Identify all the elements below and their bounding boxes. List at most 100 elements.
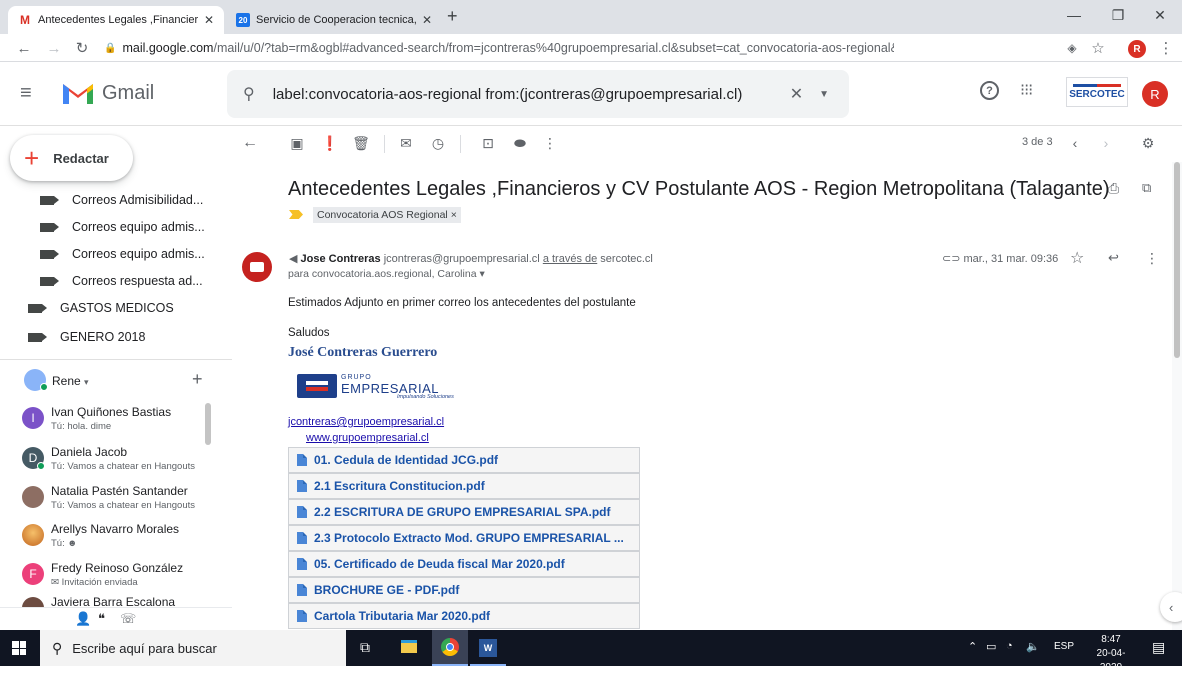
sidebar-item-label[interactable]: Correos respuesta ad...: [40, 268, 203, 294]
star-icon[interactable]: ☆: [1070, 248, 1084, 268]
taskbar-word-item[interactable]: W: [470, 630, 506, 666]
hangout-contact[interactable]: Natalia Pastén Santander Tú: Vamos a cha…: [22, 482, 218, 520]
show-side-panel-icon[interactable]: ‹: [1160, 592, 1182, 622]
delete-icon[interactable]: 🗑: [352, 135, 370, 151]
battery-icon[interactable]: ▭: [986, 640, 996, 653]
sidebar-item-label[interactable]: GASTOS MEDICOS: [28, 295, 174, 321]
label-icon: [40, 195, 59, 205]
search-input[interactable]: label:convocatoria-aos-regional from:(jc…: [273, 86, 790, 103]
minimize-icon[interactable]: —: [1052, 0, 1096, 30]
snooze-icon[interactable]: ◷: [430, 135, 446, 151]
hangouts-user[interactable]: Rene ▾: [52, 374, 89, 388]
via-link[interactable]: a través de: [543, 253, 597, 265]
restore-icon[interactable]: ❐: [1096, 0, 1140, 30]
content-scrollbar-track[interactable]: [1172, 162, 1182, 630]
signature-web-link[interactable]: www.grupoempresarial.cl: [306, 432, 429, 444]
sidebar-item-label[interactable]: Correos Admisibilidad...: [40, 187, 203, 213]
sidebar-item-label[interactable]: Correos equipo admis...: [40, 241, 205, 267]
importance-marker-icon[interactable]: [289, 210, 303, 219]
close-window-icon[interactable]: ✕: [1138, 0, 1182, 30]
scrollbar-thumb[interactable]: [1174, 162, 1180, 358]
attachment-link[interactable]: 2.3 Protocolo Extracto Mod. GRUPO EMPRES…: [288, 525, 640, 551]
taskbar-chrome-item[interactable]: [432, 630, 468, 666]
gmail-logo-icon[interactable]: [61, 80, 95, 111]
open-new-window-icon[interactable]: ⧉: [1142, 180, 1151, 196]
mark-unread-icon[interactable]: ✉: [398, 135, 414, 151]
browser-tab-gmail[interactable]: M Antecedentes Legales ,Financiero ✕: [8, 6, 224, 34]
sercotec-logo[interactable]: SERCOTEC: [1066, 77, 1128, 107]
hangout-contact[interactable]: I Ivan Quiñones Bastias Tú: hola. dime: [22, 403, 218, 441]
windows-start-icon[interactable]: [12, 641, 26, 655]
show-hidden-icons[interactable]: ⌃: [968, 640, 977, 653]
message-more-icon[interactable]: ⋮: [1145, 250, 1159, 267]
attachment-link[interactable]: Cartola Tributaria Mar 2020.pdf: [288, 603, 640, 629]
hangouts-icon[interactable]: ❝: [98, 611, 105, 627]
hangout-contact[interactable]: D Daniela Jacob Tú: Vamos a chatear en H…: [22, 443, 218, 481]
calendar-favicon-icon: 20: [236, 13, 250, 27]
task-view-icon[interactable]: ⧉: [360, 639, 370, 656]
recipients-line[interactable]: para convocatoria.aos.regional, Carolina…: [288, 268, 485, 280]
search-options-icon[interactable]: ▼: [819, 89, 829, 100]
bookmark-star-icon[interactable]: ☆: [1088, 38, 1108, 58]
close-tab-icon[interactable]: ✕: [204, 13, 214, 27]
sidebar-item-label[interactable]: GENERO 2018: [28, 324, 145, 350]
file-explorer-icon[interactable]: [401, 640, 417, 653]
avatar: I: [22, 407, 44, 429]
hangout-contact[interactable]: Javiera Barra Escalona: [22, 593, 218, 607]
remove-label-icon[interactable]: ×: [451, 209, 457, 221]
extension-icon[interactable]: ◈: [1062, 38, 1082, 58]
clear-search-icon[interactable]: ✕: [790, 84, 803, 104]
sidebar-item-label[interactable]: Correos equipo admis...: [40, 214, 205, 240]
attachment-link[interactable]: 01. Cedula de Identidad JCG.pdf: [288, 447, 640, 473]
older-icon[interactable]: ›: [1098, 135, 1114, 151]
account-avatar[interactable]: R: [1142, 81, 1168, 107]
settings-gear-icon[interactable]: ⚙: [1140, 135, 1156, 151]
phone-icon[interactable]: ☏: [120, 611, 136, 627]
forward-icon[interactable]: →: [44, 38, 64, 58]
close-tab-icon[interactable]: ✕: [422, 13, 432, 27]
add-contact-icon[interactable]: +: [192, 369, 203, 390]
reload-icon[interactable]: ↻: [72, 38, 92, 58]
new-tab-button[interactable]: +: [447, 6, 458, 27]
label-as-icon[interactable]: ⬬: [512, 135, 528, 151]
newer-icon[interactable]: ‹: [1067, 135, 1083, 151]
archive-icon[interactable]: ▣: [289, 135, 305, 151]
hangout-contact[interactable]: Arellys Navarro Morales Tú: ☻: [22, 520, 218, 558]
show-details-icon[interactable]: ▾: [479, 268, 484, 280]
browser-tab-calendar[interactable]: 20 Servicio de Cooperacion tecnica, ✕: [226, 6, 442, 34]
attachment-link[interactable]: BROCHURE GE - PDF.pdf: [288, 577, 640, 603]
notifications-icon[interactable]: ▤: [1152, 639, 1165, 656]
volume-icon[interactable]: 🔈: [1026, 640, 1040, 653]
file-icon: [297, 610, 307, 622]
main-menu-icon[interactable]: ≡: [20, 82, 32, 105]
signature-email-link[interactable]: jcontreras@grupoempresarial.cl: [288, 416, 444, 428]
report-spam-icon[interactable]: ❗: [321, 135, 338, 151]
attachment-link[interactable]: 05. Certificado de Deuda fiscal Mar 2020…: [288, 551, 640, 577]
more-options-icon[interactable]: ⋮: [542, 135, 558, 151]
attachment-link[interactable]: 2.2 ESCRITURA DE GRUPO EMPRESARIAL SPA.p…: [288, 499, 640, 525]
sender-avatar[interactable]: [242, 252, 272, 282]
attachment-link[interactable]: 2.1 Escritura Constitucion.pdf: [288, 473, 640, 499]
move-to-icon[interactable]: ⊡: [480, 135, 496, 151]
back-icon[interactable]: ←: [14, 38, 34, 58]
profile-avatar[interactable]: R: [1128, 40, 1146, 58]
scrollbar[interactable]: [205, 403, 211, 445]
print-icon[interactable]: ⎙: [1108, 180, 1119, 197]
compose-button[interactable]: + Redactar: [10, 135, 133, 181]
browser-menu-icon[interactable]: ⋮: [1156, 38, 1176, 58]
reply-icon[interactable]: ↩: [1108, 250, 1119, 266]
taskbar-search-box[interactable]: ⚲ Escribe aquí para buscar: [40, 630, 346, 666]
contacts-icon[interactable]: 👤: [75, 611, 91, 627]
network-icon[interactable]: ◔: [1006, 640, 1013, 652]
taskbar-clock[interactable]: 8:47 20-04-2020: [1086, 633, 1136, 675]
back-to-list-icon[interactable]: ←: [242, 134, 258, 151]
help-icon[interactable]: ?: [980, 81, 999, 100]
search-box[interactable]: ⚲ label:convocatoria-aos-regional from:(…: [227, 70, 849, 118]
address-bar[interactable]: 🔒 mail.google.com/mail/u/0/?tab=rm&ogbl#…: [104, 37, 894, 59]
label-chip[interactable]: Convocatoria AOS Regional ×: [313, 207, 461, 223]
input-language[interactable]: ESP: [1054, 641, 1074, 652]
sender-name[interactable]: Jose Contreras: [301, 253, 381, 265]
hangout-contact[interactable]: F Fredy Reinoso González ✉ Invitación en…: [22, 559, 218, 597]
apps-grid-icon[interactable]: ⁝⁝⁝: [1020, 80, 1033, 100]
search-icon[interactable]: ⚲: [243, 84, 255, 104]
